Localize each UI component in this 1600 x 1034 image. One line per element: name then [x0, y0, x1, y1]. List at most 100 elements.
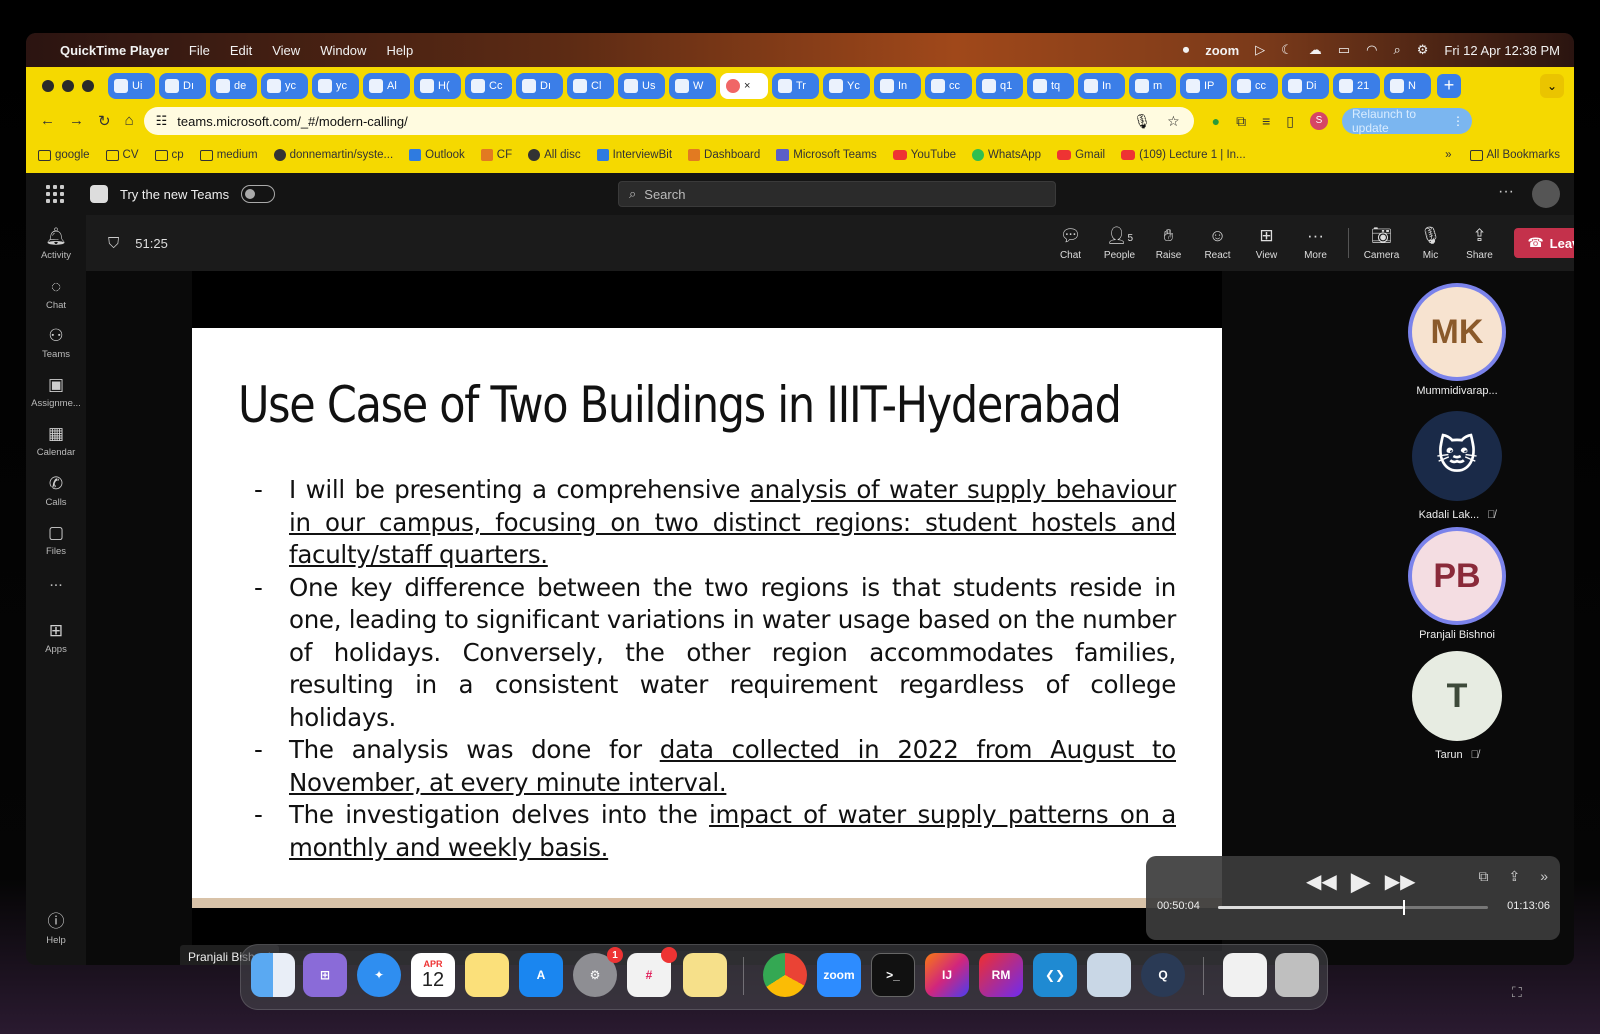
record-icon[interactable]: ⏺ — [1183, 42, 1190, 58]
all-bookmarks[interactable]: All Bookmarks — [1469, 149, 1560, 161]
zoom-app-icon[interactable]: zoom — [817, 953, 861, 997]
terminal-icon[interactable]: >_ — [871, 953, 915, 997]
rail-activity[interactable]: 🔔︎ Activity — [26, 227, 86, 261]
play-icon[interactable]: ▷ — [1255, 42, 1265, 58]
tab[interactable]: Al — [363, 73, 410, 99]
tab[interactable]: Us — [618, 73, 665, 99]
bookmark-outlook[interactable]: Outlook — [409, 149, 465, 161]
rail-more[interactable]: ... — [26, 573, 86, 591]
leave-button[interactable]: ☎ Leave — [1514, 228, 1574, 258]
minimize-window-button[interactable] — [62, 80, 74, 92]
back-icon[interactable]: ← — [40, 112, 55, 130]
tab[interactable]: Tr — [772, 73, 819, 99]
bookmark-cf[interactable]: CF — [480, 149, 512, 161]
people-button[interactable]: 👤︎5 People — [1095, 226, 1144, 261]
bookmark-teams[interactable]: Microsoft Teams — [776, 149, 877, 161]
calendar-icon[interactable]: APR 12 — [411, 953, 455, 997]
tab[interactable]: de — [210, 73, 257, 99]
participant-tile[interactable]: T Tarun 🎙̸ — [1382, 651, 1532, 761]
intellij-icon[interactable]: IJ — [925, 953, 969, 997]
cloud-icon[interactable]: ☁ — [1309, 42, 1322, 58]
bookmark-cp[interactable]: cp — [154, 149, 184, 161]
microphone-icon[interactable]: 🎙 — [1133, 113, 1151, 130]
view-button[interactable]: ⊞ View — [1242, 226, 1291, 261]
bookmark-interviewbit[interactable]: InterviewBit — [596, 149, 672, 161]
bookmark-dashboard[interactable]: Dashboard — [688, 149, 760, 161]
search-icon[interactable]: ⌕ — [1393, 42, 1400, 58]
reading-list-icon[interactable]: ≡ — [1262, 113, 1270, 129]
rail-chat[interactable]: ◌ Chat — [26, 277, 86, 311]
relaunch-button[interactable]: Relaunch to update ⋮ — [1342, 107, 1472, 135]
scrubber[interactable] — [1218, 900, 1488, 915]
participant-tile[interactable]: PB Pranjali Bishnoi — [1382, 531, 1532, 641]
tab[interactable]: 21 — [1333, 73, 1380, 99]
rewind-icon[interactable]: ◀◀ — [1306, 869, 1337, 894]
stickies-icon[interactable] — [683, 953, 727, 997]
rail-calendar[interactable]: ▦ Calendar — [26, 424, 86, 458]
puzzle-icon[interactable]: ⧉ — [1236, 113, 1246, 130]
tab[interactable]: Dı — [516, 73, 563, 99]
app-store-icon[interactable]: A — [519, 953, 563, 997]
tab-search-icon[interactable]: ⌄ — [1540, 74, 1564, 98]
shield-icon[interactable]: ⛉ — [108, 235, 119, 252]
tab[interactable]: In — [1078, 73, 1125, 99]
app-launcher-icon[interactable] — [46, 185, 64, 203]
system-settings-icon[interactable]: ⚙ 1 — [573, 947, 623, 997]
menu-file[interactable]: File — [189, 43, 210, 58]
tab-active[interactable]: × — [720, 73, 768, 99]
vscode-icon[interactable]: ❮❯ — [1033, 953, 1077, 997]
preview-icon[interactable] — [1087, 953, 1131, 997]
address-bar[interactable]: ☷ teams.microsoft.com/_#/modern-calling/… — [143, 107, 1194, 135]
tab[interactable]: cc — [925, 73, 972, 99]
menu-help[interactable]: Help — [386, 43, 413, 58]
more-options-icon[interactable]: ··· — [1498, 183, 1514, 201]
tab[interactable]: Cl — [567, 73, 614, 99]
safari-icon[interactable]: ✦ — [357, 953, 401, 997]
tab[interactable]: IP — [1180, 73, 1227, 99]
raise-hand-button[interactable]: ✋︎ Raise — [1144, 226, 1193, 261]
share-button[interactable]: ⇪ Share — [1455, 226, 1504, 261]
zoom-status[interactable]: zoom — [1205, 43, 1239, 58]
play-icon[interactable]: ▶ — [1351, 866, 1371, 897]
bookmark-youtube[interactable]: YouTube — [892, 149, 956, 161]
extension-green-icon[interactable]: ● — [1212, 113, 1220, 129]
rail-apps[interactable]: ⊞ Apps — [26, 621, 86, 655]
scrubber-handle[interactable] — [1402, 900, 1405, 915]
more-button[interactable]: ··· More — [1291, 226, 1340, 261]
home-icon[interactable]: ⌂ — [125, 112, 134, 130]
screenshot-icon[interactable]: ⛶ — [1512, 984, 1522, 1001]
share-icon[interactable]: ⇪ — [1508, 868, 1520, 885]
tab[interactable]: In — [874, 73, 921, 99]
chrome-icon[interactable] — [763, 953, 807, 997]
reload-icon[interactable]: ↻ — [98, 112, 111, 130]
wifi-icon[interactable]: ◠ — [1366, 42, 1377, 58]
menu-edit[interactable]: Edit — [230, 43, 252, 58]
menu-app-name[interactable]: QuickTime Player — [60, 43, 169, 58]
tab[interactable]: Dı — [159, 73, 206, 99]
zoom-window-button[interactable] — [82, 80, 94, 92]
kebab-menu-icon[interactable]: ⋮ — [1452, 114, 1464, 128]
tab[interactable]: N — [1384, 73, 1431, 99]
rail-help[interactable]: ⓘ Help — [26, 907, 86, 946]
site-info-icon[interactable]: ☷ — [156, 113, 168, 129]
bookmark-all-disc[interactable]: All disc — [528, 149, 581, 161]
user-avatar[interactable] — [1532, 180, 1560, 208]
control-center-icon[interactable]: ⚙ — [1417, 42, 1429, 58]
document-icon[interactable] — [1223, 953, 1267, 997]
tab[interactable]: Di — [1282, 73, 1329, 99]
bookmark-google[interactable]: google — [38, 149, 90, 161]
chat-button[interactable]: 💬︎ Chat — [1046, 226, 1095, 261]
tab[interactable]: Yc — [823, 73, 870, 99]
bookmark-cv[interactable]: CV — [105, 149, 139, 161]
trash-icon[interactable] — [1275, 953, 1319, 997]
tab[interactable]: tq — [1027, 73, 1074, 99]
close-tab-icon[interactable]: × — [744, 80, 750, 92]
tab[interactable]: H( — [414, 73, 461, 99]
tab[interactable]: W — [669, 73, 716, 99]
rail-teams[interactable]: ⚇ Teams — [26, 326, 86, 360]
menu-view[interactable]: View — [272, 43, 300, 58]
try-new-teams-toggle[interactable] — [241, 185, 276, 203]
star-icon[interactable]: ☆ — [1167, 113, 1180, 130]
url-text[interactable]: teams.microsoft.com/_#/modern-calling/ — [177, 114, 1133, 129]
bookmark-whatsapp[interactable]: WhatsApp — [972, 149, 1041, 161]
